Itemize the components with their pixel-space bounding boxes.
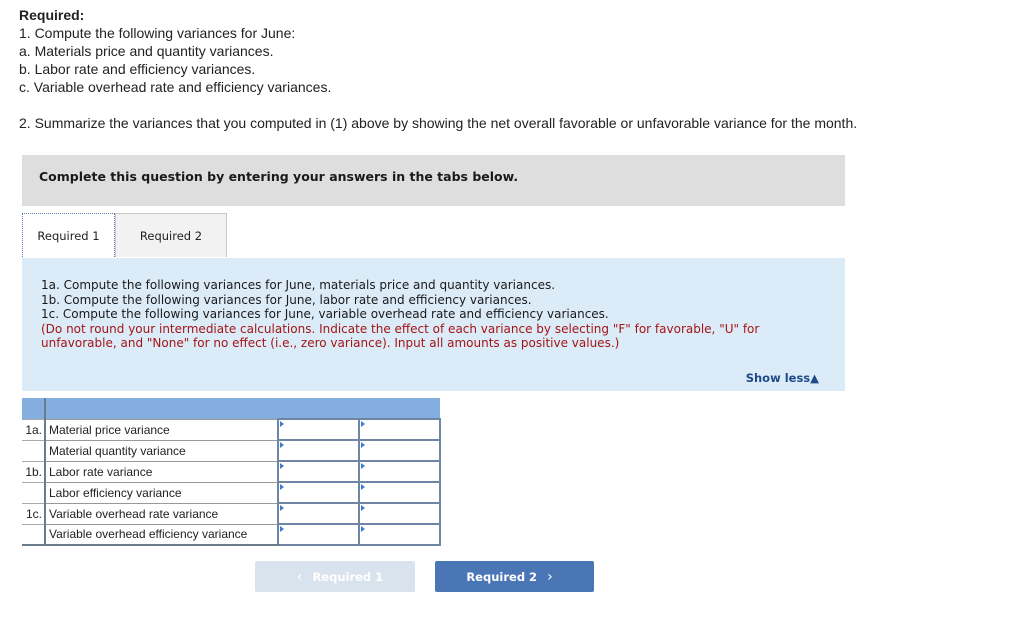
- triangle-up-icon: ▲: [810, 371, 819, 385]
- instruction-line: 1a. Compute the following variances for …: [41, 278, 556, 292]
- effect-select[interactable]: [360, 504, 439, 523]
- effect-cell: [358, 481, 441, 504]
- effect-select[interactable]: [360, 420, 439, 439]
- effect-select[interactable]: [360, 525, 439, 544]
- header-cell: [45, 398, 278, 420]
- amount-input[interactable]: [279, 420, 358, 439]
- amount-cell: [277, 460, 360, 483]
- row-code: [22, 440, 46, 462]
- cell-flag-icon: [361, 505, 365, 511]
- amount-input[interactable]: [279, 441, 358, 460]
- amount-input[interactable]: [279, 483, 358, 502]
- header-cell: [22, 398, 46, 420]
- amount-cell: [277, 523, 360, 546]
- instruction-banner: Complete this question by entering your …: [22, 155, 845, 206]
- table-header-row: [22, 398, 440, 420]
- banner-text: Complete this question by entering your …: [39, 169, 519, 184]
- show-less-label: Show less: [745, 371, 811, 385]
- row-label: Material quantity variance: [45, 440, 278, 462]
- row-label: Labor efficiency variance: [45, 482, 278, 504]
- cell-flag-icon: [361, 421, 365, 427]
- cell-flag-icon: [280, 463, 284, 469]
- amount-cell: [277, 439, 360, 462]
- tab-required-1[interactable]: Required 1: [22, 213, 115, 257]
- row-label: Variable overhead efficiency variance: [45, 524, 278, 546]
- row-label: Variable overhead rate variance: [45, 503, 278, 525]
- prev-button-label: Required 1: [312, 569, 384, 584]
- effect-cell: [358, 439, 441, 462]
- required-line: b. Labor rate and efficiency variances.: [19, 61, 256, 77]
- table-row: 1b. Labor rate variance: [22, 460, 441, 483]
- row-label: Labor rate variance: [45, 461, 278, 483]
- cell-flag-icon: [280, 505, 284, 511]
- cell-flag-icon: [280, 442, 284, 448]
- effect-cell: [358, 418, 441, 441]
- header-cell: [278, 398, 359, 419]
- instruction-note: (Do not round your intermediate calculat…: [41, 321, 760, 351]
- cell-flag-icon: [280, 526, 284, 532]
- cell-flag-icon: [280, 421, 284, 427]
- required-title: Required:: [19, 7, 85, 23]
- variance-table: 1a. Material price variance Material qua…: [22, 398, 441, 546]
- amount-input[interactable]: [279, 525, 358, 544]
- row-code: 1c.: [22, 503, 46, 525]
- required-line: a. Materials price and quantity variance…: [19, 43, 274, 59]
- amount-input[interactable]: [279, 504, 358, 523]
- header-cell: [359, 398, 440, 419]
- cell-flag-icon: [361, 442, 365, 448]
- table-row: Material quantity variance: [22, 439, 441, 462]
- tab-required-2[interactable]: Required 2: [115, 213, 227, 257]
- effect-select[interactable]: [360, 441, 439, 460]
- cell-flag-icon: [361, 526, 365, 532]
- row-label: Material price variance: [45, 419, 278, 441]
- next-required-2-button[interactable]: Required 2 ›: [435, 561, 594, 592]
- cell-flag-icon: [361, 463, 365, 469]
- instruction-line: 1c. Compute the following variances for …: [41, 307, 609, 322]
- effect-cell: [358, 523, 441, 546]
- effect-cell: [358, 460, 441, 483]
- amount-input[interactable]: [279, 462, 358, 481]
- effect-select[interactable]: [360, 462, 439, 481]
- cell-flag-icon: [361, 484, 365, 490]
- amount-cell: [277, 418, 360, 441]
- effect-cell: [358, 502, 441, 525]
- instruction-line: 1b. Compute the following variances for …: [41, 292, 532, 307]
- amount-cell: [277, 502, 360, 525]
- table-row: 1c. Variable overhead rate variance: [22, 502, 441, 525]
- show-less-link[interactable]: Show less▲: [746, 371, 819, 386]
- required-section: Required: 1. Compute the following varia…: [19, 6, 857, 132]
- row-code: [22, 524, 46, 546]
- table-row: Labor efficiency variance: [22, 481, 441, 504]
- amount-cell: [277, 481, 360, 504]
- instructions-panel: 1a. Compute the following variances for …: [22, 258, 845, 391]
- required-line: c. Variable overhead rate and efficiency…: [19, 79, 332, 95]
- table-row: 1a. Material price variance: [22, 418, 441, 441]
- row-code: 1a.: [22, 419, 46, 441]
- chevron-left-icon: ‹: [296, 568, 303, 585]
- next-button-label: Required 2: [466, 569, 538, 584]
- row-code: 1b.: [22, 461, 46, 483]
- required-line: 1. Compute the following variances for J…: [19, 25, 296, 41]
- row-code: [22, 482, 46, 504]
- cell-flag-icon: [280, 484, 284, 490]
- prev-required-1-button[interactable]: ‹ Required 1: [255, 561, 415, 592]
- required-line-2: 2. Summarize the variances that you comp…: [19, 115, 858, 131]
- chevron-right-icon: ›: [547, 568, 553, 585]
- table-row: Variable overhead efficiency variance: [22, 523, 441, 546]
- effect-select[interactable]: [360, 483, 439, 502]
